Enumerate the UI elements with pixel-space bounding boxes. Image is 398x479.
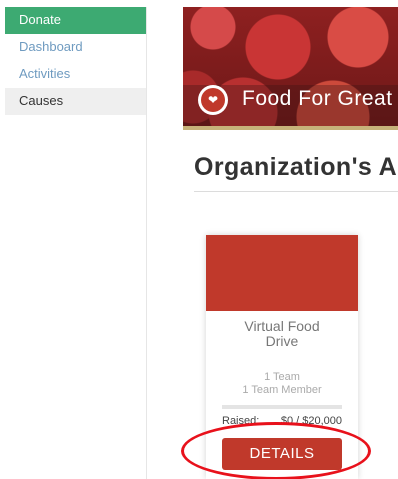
organization-logo: ❤	[198, 85, 228, 115]
organization-name: Food For Great	[242, 87, 393, 110]
cause-title[interactable]: Virtual Food Drive	[206, 319, 358, 349]
cause-card-body: Virtual Food Drive 1 Team 1 Team Member …	[206, 311, 358, 479]
hero-banner: ❤ Food For Great	[183, 7, 398, 130]
sidebar-item-dashboard[interactable]: Dashboard	[5, 34, 146, 61]
cause-title-line1: Virtual Food	[244, 318, 320, 334]
page-title: Organization's Ac	[194, 153, 398, 181]
cause-title-line2: Drive	[265, 333, 299, 349]
cause-card-image	[206, 235, 358, 311]
divider	[194, 191, 398, 192]
raised-value: $0 / $20,000	[280, 415, 342, 427]
team-counts: 1 Team 1 Team Member	[206, 371, 358, 397]
team-count: 1 Team	[264, 371, 300, 383]
heart-hand-icon: ❤	[201, 88, 225, 112]
raised-label: Raised:	[222, 415, 260, 427]
team-member-count: 1 Team Member	[242, 384, 322, 396]
sidebar-nav: Donate Dashboard Activities Causes	[5, 7, 147, 479]
sidebar-item-activities[interactable]: Activities	[5, 61, 146, 88]
raised-row: Raised: $0 / $20,000	[222, 415, 342, 427]
details-button[interactable]: DETAILS	[222, 438, 342, 470]
sidebar-item-donate[interactable]: Donate	[5, 7, 146, 34]
sidebar-item-causes[interactable]: Causes	[5, 88, 146, 115]
progress-bar	[222, 405, 342, 409]
cause-card: Virtual Food Drive 1 Team 1 Team Member …	[206, 235, 358, 479]
